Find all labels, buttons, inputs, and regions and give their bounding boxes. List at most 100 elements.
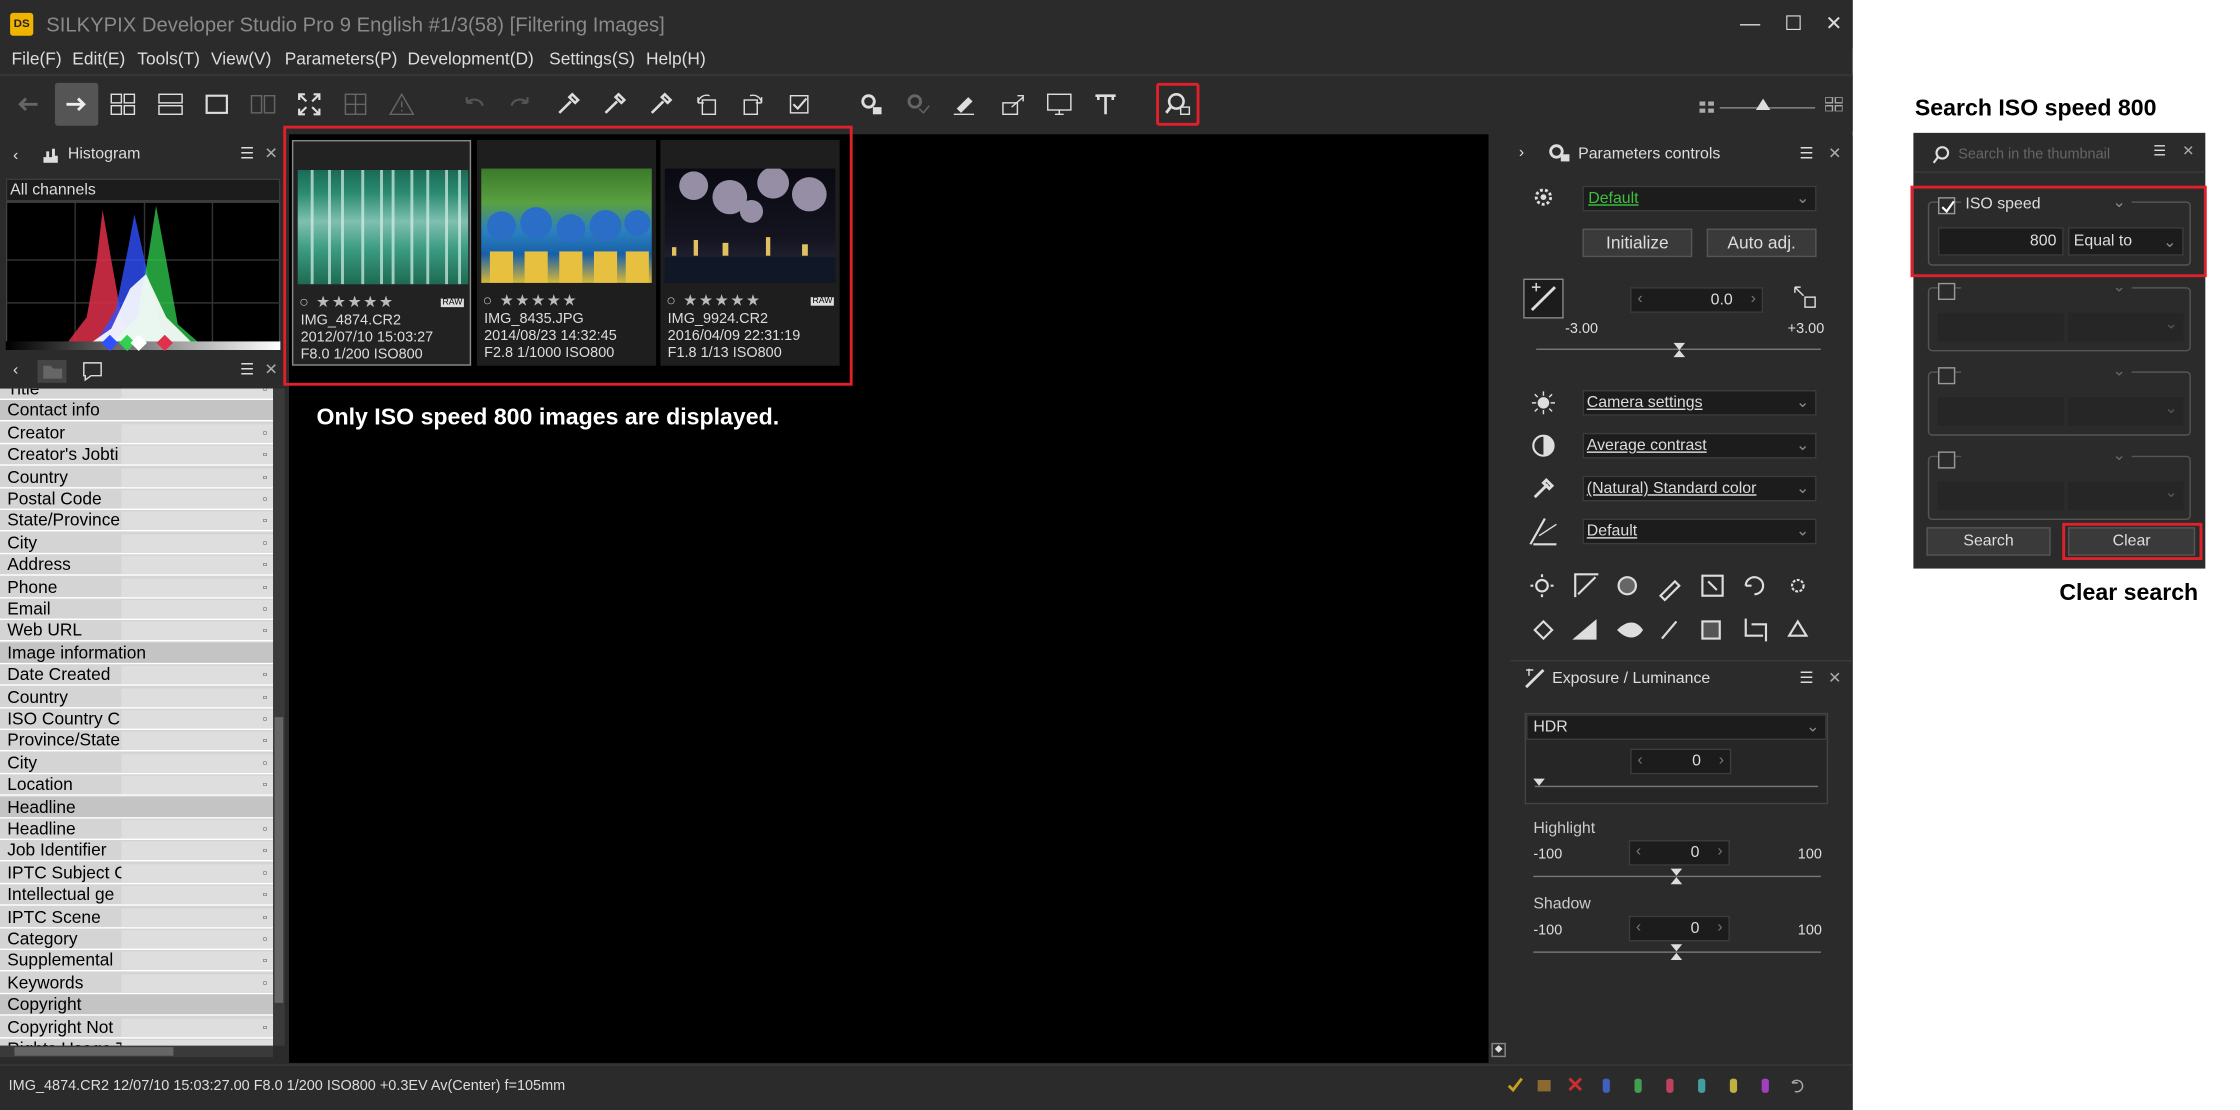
metadata-row[interactable]: City ▫ bbox=[0, 533, 274, 554]
spin-left-icon[interactable]: ‹ bbox=[1637, 751, 1642, 768]
exposure-reset-icon[interactable] bbox=[1792, 284, 1818, 310]
metadata-row[interactable]: Intellectual ge ▫ bbox=[0, 885, 274, 906]
rotate-right-button[interactable] bbox=[731, 83, 774, 126]
condition-value-input[interactable] bbox=[1937, 481, 2064, 510]
condition-field-select[interactable]: ⌄ bbox=[1961, 279, 2132, 300]
params-menu-icon[interactable]: ☰ bbox=[1799, 144, 1813, 163]
params-close-icon[interactable]: ✕ bbox=[1828, 144, 1841, 163]
hdr-slider[interactable] bbox=[1534, 785, 1819, 788]
metadata-row[interactable]: Phone ▫ bbox=[0, 577, 274, 598]
exposure-menu-icon[interactable]: ☰ bbox=[1799, 669, 1813, 687]
single-view-button[interactable] bbox=[195, 83, 238, 126]
metadata-row[interactable]: Country ▫ bbox=[0, 467, 274, 488]
menu-file[interactable]: File(F) bbox=[12, 49, 62, 69]
metadata-dropdown-icon[interactable]: ▫ bbox=[263, 577, 268, 597]
metadata-hscroll-thumb[interactable] bbox=[14, 1047, 174, 1056]
monitor-button[interactable] bbox=[1038, 83, 1081, 126]
metadata-dropdown-icon[interactable]: ▫ bbox=[263, 621, 268, 641]
metadata-dropdown-icon[interactable]: ▫ bbox=[263, 489, 268, 509]
metadata-row[interactable]: Rights Usage T ▫ bbox=[0, 1039, 274, 1046]
metadata-dropdown-icon[interactable]: ▫ bbox=[263, 907, 268, 927]
exposure-slider-handle[interactable] bbox=[1673, 342, 1686, 350]
rotate-left-button[interactable] bbox=[685, 83, 728, 126]
sharpness-select[interactable]: Default ⌄ bbox=[1582, 518, 1817, 545]
exposure-bias-button[interactable] bbox=[1523, 278, 1564, 319]
metadata-row[interactable]: City ▫ bbox=[0, 753, 274, 774]
metadata-dropdown-icon[interactable]: ▫ bbox=[263, 753, 268, 773]
metadata-row[interactable]: Province/State ▫ bbox=[0, 731, 274, 752]
condition-operator-select[interactable]: ⌄ bbox=[2068, 397, 2184, 426]
menu-help[interactable]: Help(H) bbox=[646, 49, 706, 69]
metadata-value-field[interactable]: ▫ bbox=[121, 687, 274, 707]
condition-operator-select[interactable]: ⌄ bbox=[2068, 312, 2184, 342]
thumb-size-slider-handle[interactable] bbox=[1755, 98, 1771, 110]
warning-button[interactable] bbox=[380, 83, 423, 126]
metadata-dropdown-icon[interactable]: ▫ bbox=[263, 819, 268, 839]
redo-button[interactable] bbox=[499, 83, 542, 126]
color-select[interactable]: (Natural) Standard color ⌄ bbox=[1582, 475, 1817, 502]
spin-left-icon[interactable]: ‹ bbox=[1637, 290, 1642, 307]
metadata-value-field[interactable]: ▫ bbox=[121, 775, 274, 795]
menu-edit[interactable]: Edit(E) bbox=[72, 49, 125, 69]
search-thumbnail-button[interactable] bbox=[1156, 82, 1200, 126]
metadata-value-field[interactable]: ▫ bbox=[121, 819, 274, 839]
exposure-spinner[interactable]: ‹ 0.0 › bbox=[1630, 287, 1764, 313]
condition-checkbox[interactable] bbox=[1937, 367, 1956, 385]
maximize-button[interactable]: ☐ bbox=[1775, 9, 1813, 38]
metadata-dropdown-icon[interactable]: ▫ bbox=[263, 731, 268, 751]
metadata-value-field[interactable]: ▫ bbox=[121, 665, 274, 685]
metadata-dropdown-icon[interactable]: ▫ bbox=[263, 511, 268, 531]
metadata-scroll-thumb[interactable] bbox=[274, 717, 284, 1003]
compare-view-button[interactable] bbox=[241, 83, 284, 126]
close-button[interactable]: ✕ bbox=[1815, 9, 1853, 38]
metadata-scrollbar[interactable] bbox=[273, 388, 285, 1046]
meta-close-icon[interactable]: ✕ bbox=[264, 360, 277, 378]
highlight-spinner[interactable]: ‹ 0 › bbox=[1628, 839, 1730, 866]
metadata-dropdown-icon[interactable]: ▫ bbox=[263, 775, 268, 795]
metadata-value-field[interactable]: ▫ bbox=[121, 621, 274, 641]
metadata-row[interactable]: IPTC Scene ▫ bbox=[0, 907, 274, 928]
rating-stars[interactable]: ○ ★★★★★ bbox=[483, 291, 578, 310]
export-button[interactable] bbox=[991, 83, 1034, 126]
search-menu-icon[interactable]: ☰ bbox=[2153, 144, 2166, 160]
metadata-value-field[interactable]: ▫ bbox=[121, 423, 274, 443]
preset-select[interactable]: Default ⌄ bbox=[1582, 185, 1817, 212]
metadata-row[interactable]: IPTC Subject C ▫ bbox=[0, 863, 274, 884]
shadow-slider-handle-bottom[interactable] bbox=[1670, 952, 1683, 960]
rating-stars[interactable]: ○ ★★★★★ bbox=[299, 293, 394, 311]
exposure-close-icon[interactable]: ✕ bbox=[1828, 669, 1841, 687]
metadata-value-field[interactable]: ▫ bbox=[121, 388, 274, 399]
metadata-row[interactable]: Creator ▫ bbox=[0, 423, 274, 444]
text-tool-button[interactable] bbox=[1084, 83, 1127, 126]
condition-field-select[interactable]: ⌄ bbox=[1961, 363, 2132, 385]
highlight-slider-handle-bottom[interactable] bbox=[1670, 877, 1683, 885]
metadata-dropdown-icon[interactable]: ▫ bbox=[263, 445, 268, 465]
metadata-row[interactable]: Headline ▫ bbox=[0, 819, 274, 840]
condition-checkbox[interactable] bbox=[1937, 197, 1956, 215]
collapse-left-icon[interactable]: ‹ bbox=[13, 147, 18, 164]
metadata-value-field[interactable]: ▫ bbox=[121, 709, 274, 729]
mark-button[interactable] bbox=[777, 83, 820, 126]
metadata-value-field[interactable]: ▫ bbox=[121, 731, 274, 751]
metadata-row[interactable]: Job Identifier ▫ bbox=[0, 841, 274, 862]
metadata-dropdown-icon[interactable]: ▫ bbox=[263, 423, 268, 443]
condition-value-input[interactable] bbox=[1937, 312, 2064, 342]
spin-right-icon[interactable]: › bbox=[1717, 919, 1722, 936]
menu-parameters[interactable]: Parameters(P) bbox=[285, 49, 398, 69]
meta-menu-icon[interactable]: ☰ bbox=[240, 360, 254, 378]
metadata-value-field[interactable]: ▫ bbox=[121, 577, 274, 597]
metadata-value-field[interactable]: ▫ bbox=[121, 1017, 274, 1037]
undo-button[interactable] bbox=[452, 83, 495, 126]
contrast-select[interactable]: Average contrast ⌄ bbox=[1582, 432, 1817, 459]
metadata-row[interactable]: Address ▫ bbox=[0, 555, 274, 576]
metadata-dropdown-icon[interactable]: ▫ bbox=[263, 599, 268, 619]
metadata-row[interactable]: ISO Country C ▫ bbox=[0, 709, 274, 730]
metadata-value-field[interactable]: ▫ bbox=[121, 841, 274, 861]
layout-button[interactable] bbox=[334, 83, 377, 126]
fullscreen-button[interactable] bbox=[288, 83, 331, 126]
menu-tools[interactable]: Tools(T) bbox=[137, 49, 200, 69]
next-image-button[interactable] bbox=[54, 82, 99, 126]
metadata-value-field[interactable]: ▫ bbox=[121, 467, 274, 487]
metadata-dropdown-icon[interactable]: ▫ bbox=[263, 687, 268, 707]
metadata-value-field[interactable]: ▫ bbox=[121, 511, 274, 531]
